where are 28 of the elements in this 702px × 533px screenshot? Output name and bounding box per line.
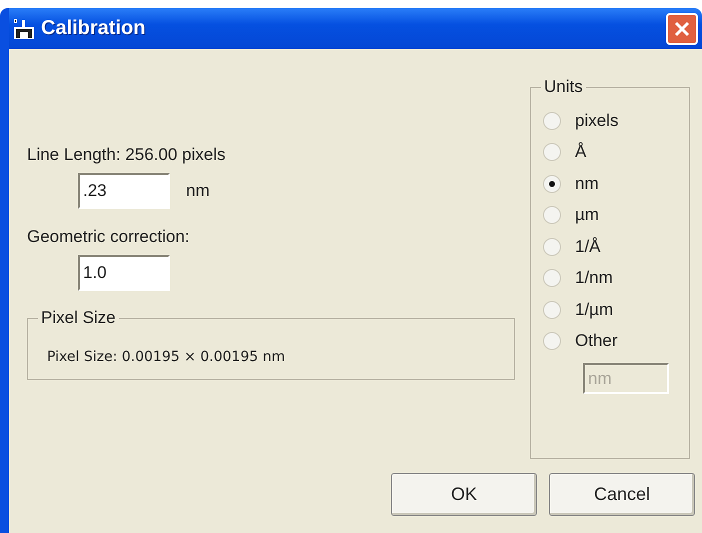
close-button[interactable] [666,12,698,44]
app-icon [13,18,35,38]
dialog-button[interactable]: Cancel [549,473,695,516]
pixel-size-text: Pixel Size: 0.00195 × 0.00195 nm [47,349,286,365]
radio-label[interactable]: 1/Å [575,236,601,257]
radio-button[interactable] [543,332,561,350]
dialog-button[interactable]: OK [391,473,537,516]
radio-button[interactable] [543,143,561,162]
radio-label[interactable]: 1/µm [575,300,614,320]
unit-label: nm [186,181,210,201]
radio-button[interactable] [543,269,561,288]
radio-label[interactable]: µm [575,205,599,226]
radio-label[interactable]: Other [575,331,618,352]
correction-label: Geometric correction: [27,227,190,247]
line-length-text: Line Length: 256.00 pixels [27,145,226,165]
radio-label[interactable]: nm [575,174,599,194]
radio-button[interactable] [543,174,561,193]
radio-label[interactable]: pixels [575,110,618,131]
close-icon [673,20,691,38]
window-title: Calibration [41,17,146,40]
radio-button[interactable] [543,300,561,319]
radio-label[interactable]: Å [575,142,586,162]
correction-field[interactable]: 1.0 [78,255,170,291]
radio-label[interactable]: 1/nm [575,268,613,288]
length-field[interactable]: .23 [78,173,170,209]
radio-button[interactable] [543,206,561,224]
radio-button[interactable] [543,238,561,256]
radio-button[interactable] [543,112,561,130]
